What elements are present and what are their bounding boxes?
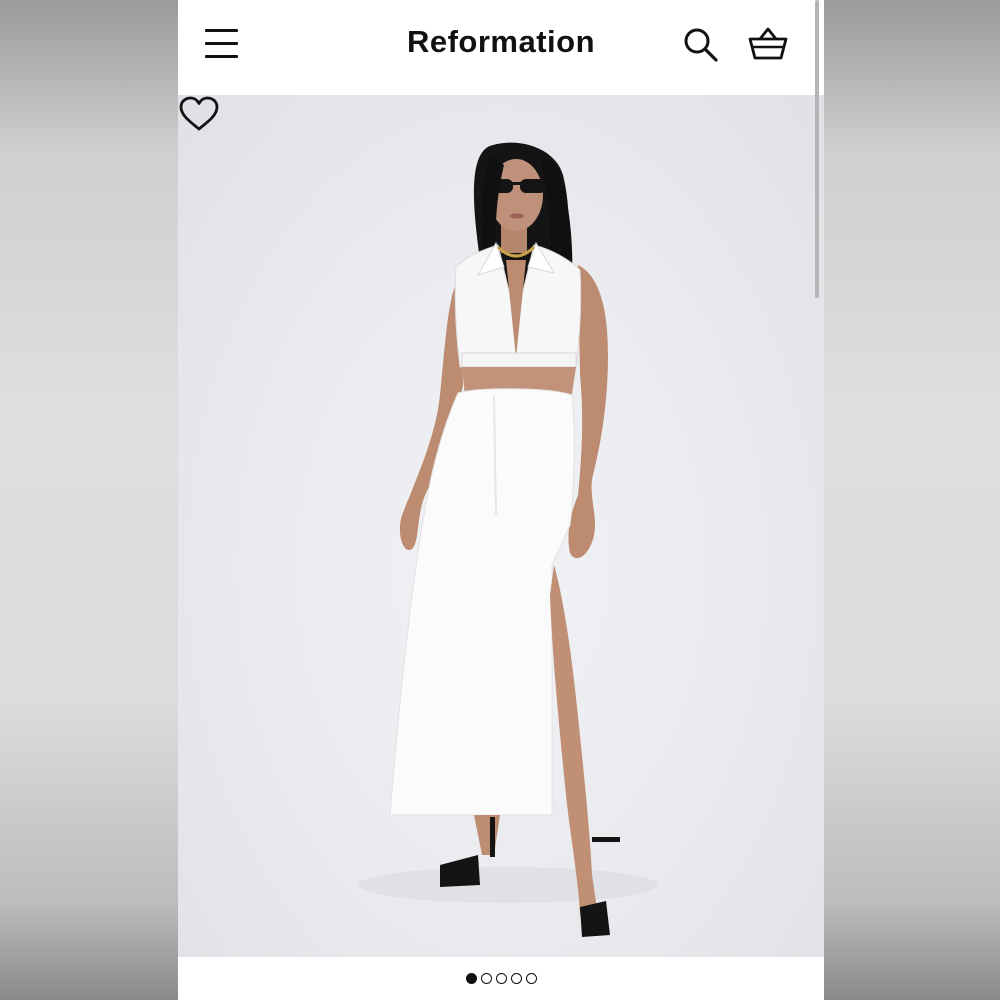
background-left [0,0,178,1000]
background-right [824,0,1000,1000]
carousel-dot-3[interactable] [495,973,507,984]
carousel-dot-2[interactable] [480,973,492,984]
heart-icon[interactable] [178,95,220,133]
carousel-dot-4[interactable] [510,973,522,984]
top-navigation-bar: Reformation [178,0,824,95]
model-illustration [358,142,658,937]
carousel-dot-1[interactable] [465,973,477,984]
search-icon[interactable] [683,27,719,63]
shopping-basket-icon[interactable] [747,25,789,63]
carousel-pagination [178,957,824,1000]
brand-logo[interactable]: Reformation [178,24,824,60]
scrollbar[interactable] [815,0,819,298]
product-image[interactable] [178,95,824,957]
phone-screen: Reformation [178,0,824,1000]
carousel-dot-5[interactable] [525,973,537,984]
